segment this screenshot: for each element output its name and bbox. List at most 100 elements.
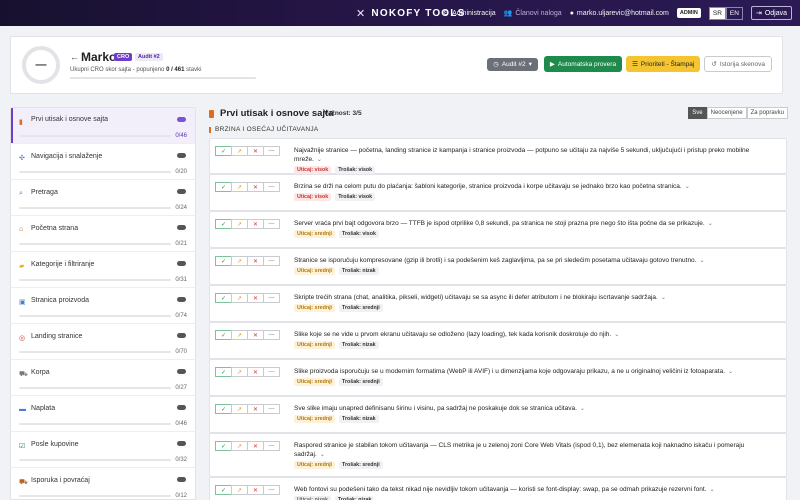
status-pill: [177, 225, 186, 230]
sidebar-item[interactable]: ▮ Prvi utisak i osnove sajta 0/46: [11, 108, 195, 144]
rate-na-button[interactable]: —: [263, 256, 280, 266]
rate-yes-button[interactable]: ✓: [215, 404, 232, 414]
filter-unrated[interactable]: Neocenjene: [706, 107, 747, 119]
sidebar-item[interactable]: ▬ Naplata 0/46: [11, 396, 195, 432]
rate-yes-button[interactable]: ✓: [215, 367, 232, 377]
chevron-down-icon[interactable]: ⌄: [661, 295, 666, 301]
rate-yes-button[interactable]: ✓: [215, 485, 232, 495]
status-pill: [177, 441, 186, 446]
logout-button[interactable]: ⇥ Odjava: [750, 6, 792, 20]
sidebar-item-label: Početna strana: [31, 225, 79, 232]
rate-na-button[interactable]: —: [263, 219, 280, 229]
sidebar-item[interactable]: ▰ Kategorije i filtriranje 0/31: [11, 252, 195, 288]
chevron-down-icon[interactable]: ⌄: [320, 452, 325, 458]
rate-na-button[interactable]: —: [263, 293, 280, 303]
rate-yes-button[interactable]: ✓: [215, 330, 232, 340]
lang-en-button[interactable]: EN: [725, 6, 743, 20]
rate-partial-button[interactable]: ↗: [231, 441, 248, 451]
category-progress-bar: [19, 315, 171, 317]
rate-yes-button[interactable]: ✓: [215, 441, 232, 451]
rate-na-button[interactable]: —: [263, 146, 280, 156]
question-card: ✓ ↗ ✕ — Stranice se isporučuju kompresovane …: [209, 248, 787, 285]
rate-no-button[interactable]: ✕: [247, 367, 264, 377]
rate-no-button[interactable]: ✕: [247, 219, 264, 229]
chevron-down-icon[interactable]: ⌄: [708, 221, 713, 227]
sidebar-item[interactable]: ⌕ Pretraga 0/24: [11, 180, 195, 216]
rate-partial-button[interactable]: ↗: [231, 256, 248, 266]
impact-badge: Uticaj: srednji: [294, 230, 336, 238]
sidebar-item[interactable]: ⌂ Početna strana 0/21: [11, 216, 195, 252]
auto-check-button[interactable]: ▶ Automatska provera: [543, 56, 623, 72]
rate-partial-button[interactable]: ↗: [231, 367, 248, 377]
chevron-down-icon[interactable]: ⌄: [580, 406, 585, 412]
language-switch: SR EN: [708, 6, 743, 20]
rate-no-button[interactable]: ✕: [247, 293, 264, 303]
main-panel: Prvi utisak i osnove sajta Važnost: 3/5 …: [204, 100, 788, 500]
members-link[interactable]: 👥 Članovi naloga: [503, 9, 562, 18]
rate-no-button[interactable]: ✕: [247, 146, 264, 156]
rate-no-button[interactable]: ✕: [247, 330, 264, 340]
admin-badge: ADMIN: [676, 8, 701, 18]
box-icon: ▣: [19, 299, 26, 306]
rate-partial-button[interactable]: ↗: [231, 146, 248, 156]
sidebar-item[interactable]: ⛟ Isporuka i povraćaj 0/12: [11, 468, 195, 499]
rate-partial-button[interactable]: ↗: [231, 182, 248, 192]
chevron-down-icon[interactable]: ⌄: [709, 487, 714, 493]
sidebar-item-count: 0/46: [175, 133, 187, 139]
priority-print-button[interactable]: ☰ Prioriteti - Štampaj: [626, 56, 701, 72]
rate-partial-button[interactable]: ↗: [231, 485, 248, 495]
rate-na-button[interactable]: —: [263, 404, 280, 414]
question-card: ✓ ↗ ✕ — Raspored stranice je stabilan tokom …: [209, 433, 787, 477]
rating-buttons: ✓ ↗ ✕ —: [215, 256, 280, 266]
category-progress-bar: [19, 135, 171, 137]
sidebar-item[interactable]: ▣ Stranica proizvoda 0/74: [11, 288, 195, 324]
rate-no-button[interactable]: ✕: [247, 256, 264, 266]
admin-link[interactable]: ⚙ Administracija: [443, 9, 496, 18]
rate-na-button[interactable]: —: [263, 485, 280, 495]
lang-sr-button[interactable]: SR: [708, 6, 726, 20]
chevron-down-icon[interactable]: ⌄: [728, 369, 733, 375]
rate-no-button[interactable]: ✕: [247, 182, 264, 192]
rate-yes-button[interactable]: ✓: [215, 256, 232, 266]
back-arrow-icon[interactable]: ←: [70, 52, 79, 62]
question-tags: Uticaj: visok Trošak: visok: [294, 166, 376, 174]
sidebar-item-count: 0/24: [175, 205, 187, 211]
users-icon: 👥: [503, 10, 513, 17]
scan-history-button[interactable]: ↺ Istorija skenova: [704, 56, 772, 72]
sidebar-item[interactable]: ⛟ Korpa 0/27: [11, 360, 195, 396]
rate-na-button[interactable]: —: [263, 330, 280, 340]
rate-yes-button[interactable]: ✓: [215, 219, 232, 229]
sidebar-item[interactable]: ☑ Posle kupovine 0/32: [11, 432, 195, 468]
chevron-down-icon[interactable]: ⌄: [685, 184, 690, 190]
chevron-down-icon[interactable]: ⌄: [317, 157, 322, 163]
question-text: Stranice se isporučuju kompresovane (gzi…: [294, 257, 697, 264]
audit-select[interactable]: ◷ Audit #2 ▾: [487, 57, 538, 71]
rate-no-button[interactable]: ✕: [247, 404, 264, 414]
question-text: Web fontovi su podešeni tako da tekst ni…: [294, 486, 707, 493]
cost-badge: Trošak: nizak: [339, 267, 379, 275]
rate-yes-button[interactable]: ✓: [215, 146, 232, 156]
sidebar-item-label: Korpa: [31, 369, 50, 376]
rate-partial-button[interactable]: ↗: [231, 219, 248, 229]
category-progress-bar: [19, 495, 171, 497]
filter-all[interactable]: Sve: [688, 107, 707, 119]
rate-na-button[interactable]: —: [263, 367, 280, 377]
rate-no-button[interactable]: ✕: [247, 441, 264, 451]
question-tags: Uticaj: srednji Trošak: srednji: [294, 461, 383, 469]
rating-buttons: ✓ ↗ ✕ —: [215, 404, 280, 414]
sidebar-item[interactable]: ✣ Navigacija i snalaženje 0/20: [11, 144, 195, 180]
rate-partial-button[interactable]: ↗: [231, 293, 248, 303]
rate-partial-button[interactable]: ↗: [231, 330, 248, 340]
filter-to-fix[interactable]: Za popravku: [746, 107, 788, 119]
rate-yes-button[interactable]: ✓: [215, 182, 232, 192]
category-title: Prvi utisak i osnove sajta: [220, 108, 334, 119]
chevron-down-icon[interactable]: ⌄: [614, 332, 619, 338]
sidebar-item-label: Kategorije i filtriranje: [31, 261, 95, 268]
sidebar-item[interactable]: ◎ Landing stranice 0/70: [11, 324, 195, 360]
rate-yes-button[interactable]: ✓: [215, 293, 232, 303]
rate-partial-button[interactable]: ↗: [231, 404, 248, 414]
rate-no-button[interactable]: ✕: [247, 485, 264, 495]
rate-na-button[interactable]: —: [263, 441, 280, 451]
rate-na-button[interactable]: —: [263, 182, 280, 192]
chevron-down-icon[interactable]: ⌄: [699, 258, 704, 264]
